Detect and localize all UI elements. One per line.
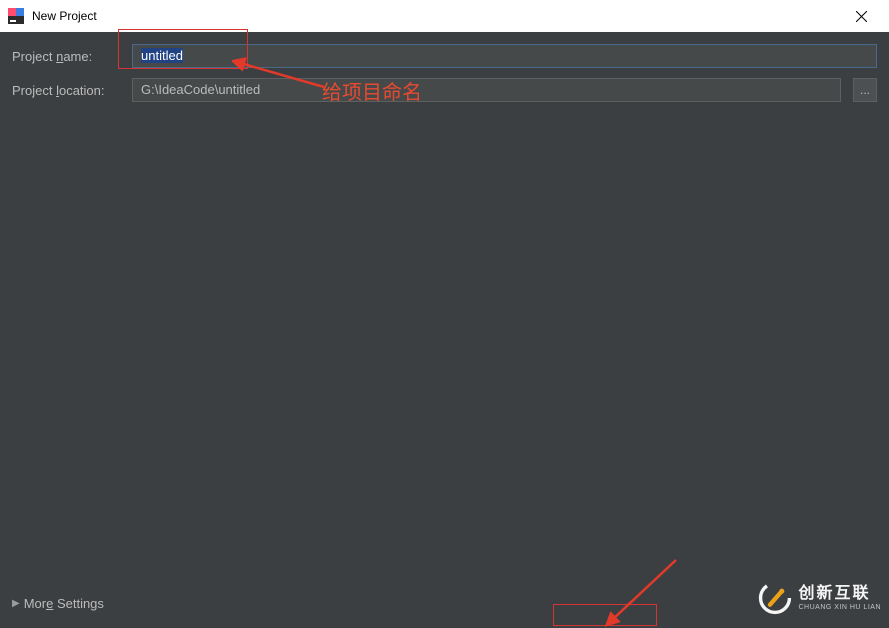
expand-icon: ▶: [12, 598, 20, 609]
project-location-label: Project location:: [12, 83, 124, 98]
window-title: New Project: [32, 9, 841, 23]
titlebar: New Project: [0, 0, 889, 32]
more-settings-label: More Settings: [24, 596, 104, 611]
watermark: 创新互联 CHUANG XIN HU LIAN: [758, 581, 881, 615]
dialog-content: Project name: untitled Project location:…: [0, 32, 889, 623]
browse-label: ...: [860, 83, 870, 97]
close-icon: [856, 11, 867, 22]
project-location-input[interactable]: G:\IdeaCode\untitled: [132, 78, 841, 102]
project-name-input[interactable]: untitled: [132, 44, 877, 68]
project-name-label: Project name:: [12, 49, 124, 64]
watermark-logo-icon: [758, 581, 792, 615]
project-location-value: G:\IdeaCode\untitled: [141, 82, 260, 97]
browse-button[interactable]: ...: [853, 78, 877, 102]
watermark-text: 创新互联 CHUANG XIN HU LIAN: [798, 586, 881, 611]
project-name-row: Project name: untitled: [12, 44, 877, 68]
app-icon: [8, 8, 24, 24]
more-settings-toggle[interactable]: ▶ More Settings: [12, 596, 104, 611]
project-name-value: untitled: [141, 48, 183, 63]
watermark-en: CHUANG XIN HU LIAN: [798, 604, 881, 611]
close-button[interactable]: [841, 0, 881, 32]
watermark-cn: 创新互联: [798, 586, 881, 602]
project-location-row: Project location: G:\IdeaCode\untitled .…: [12, 78, 877, 102]
